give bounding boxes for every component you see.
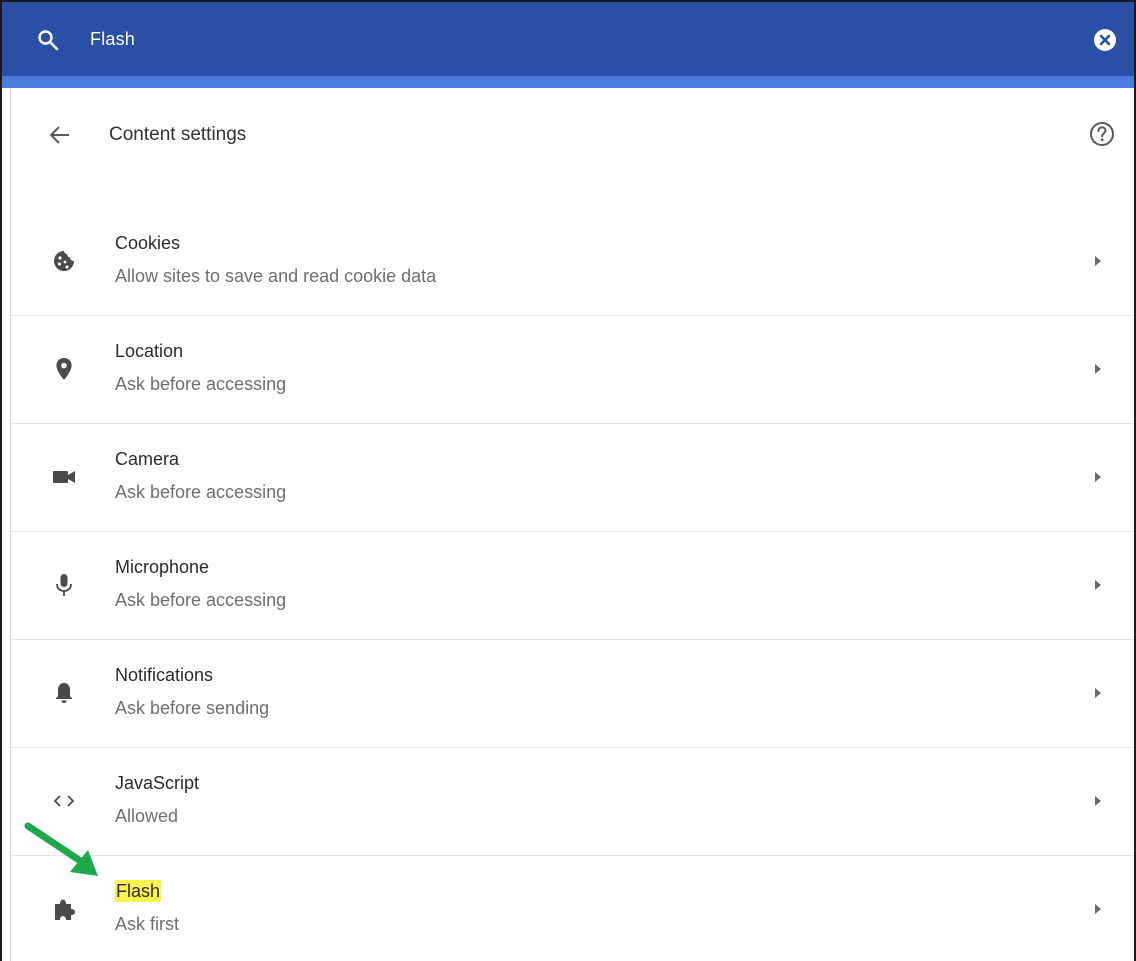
chevron-right-icon [1095,796,1101,806]
code-icon [53,795,75,807]
setting-label: Camera [115,449,180,469]
cookie-icon [54,251,74,271]
chevron-right-icon [1095,904,1101,914]
setting-row-camera[interactable]: Camera Ask before accessing [11,424,1134,532]
setting-status: Ask before accessing [115,590,287,610]
chevron-right-icon [1095,688,1101,698]
setting-row-location[interactable]: Location Ask before accessing [11,316,1134,424]
setting-status: Ask before sending [115,698,270,718]
settings-window: Flash Content settings Cookies Allow sit… [0,0,1136,961]
search-bar-accent [2,76,1134,88]
chevron-right-icon [1095,472,1101,482]
chevron-right-icon [1095,364,1101,374]
setting-label: Location [115,341,184,361]
setting-label: Notifications [115,665,214,685]
clear-search-icon[interactable] [1094,29,1116,51]
search-icon[interactable] [36,28,60,52]
search-input[interactable]: Flash [90,29,135,50]
page-header: Content settings [11,88,1134,184]
content-settings-card: Content settings Cookies Allow sites to … [10,88,1134,961]
camera-icon [53,471,75,483]
setting-status: Ask before accessing [115,482,287,502]
setting-label: Cookies [115,233,181,253]
setting-status: Allow sites to save and read cookie data [115,266,437,286]
chevron-right-icon [1095,256,1101,266]
setting-label: Microphone [115,557,210,577]
setting-status: Ask before accessing [115,374,287,394]
setting-status: Ask first [115,914,180,934]
setting-row-javascript[interactable]: JavaScript Allowed [11,748,1134,856]
setting-row-flash[interactable]: Flash Ask first [11,856,1134,961]
setting-row-microphone[interactable]: Microphone Ask before accessing [11,532,1134,640]
setting-label: JavaScript [115,773,200,793]
chevron-right-icon [1095,580,1101,590]
setting-row-notifications[interactable]: Notifications Ask before sending [11,640,1134,748]
puzzle-icon [55,899,75,920]
page-title: Content settings [109,124,247,145]
settings-list: Cookies Allow sites to save and read coo… [11,208,1134,961]
back-arrow-icon[interactable] [47,122,73,148]
setting-row-cookies[interactable]: Cookies Allow sites to save and read coo… [11,208,1134,316]
search-bar: Flash [2,2,1134,76]
microphone-icon [56,574,72,596]
location-pin-icon [56,358,72,380]
setting-label: Flash [115,880,162,902]
help-icon[interactable] [1088,120,1116,148]
setting-status: Allowed [115,806,179,826]
bell-icon [55,683,73,703]
